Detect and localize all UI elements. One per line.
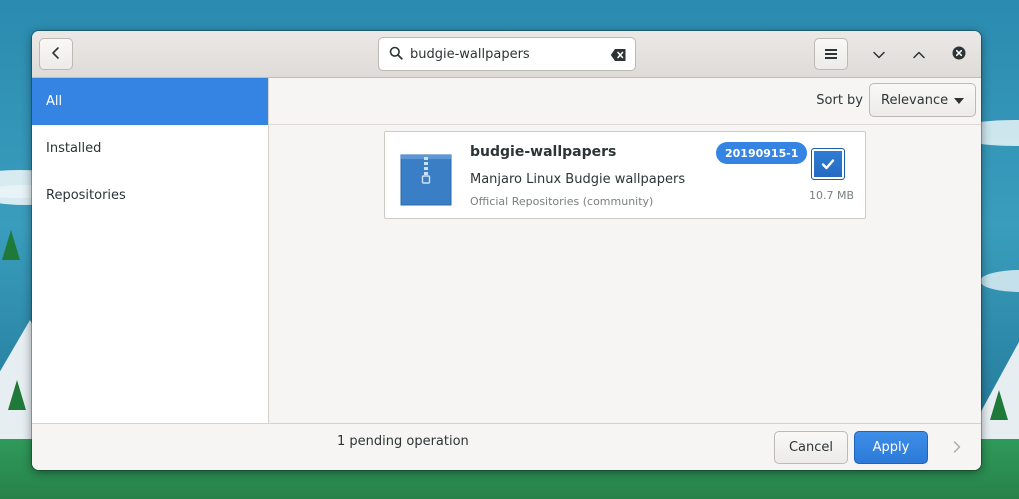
archive-package-icon [400, 154, 452, 206]
search-input[interactable] [410, 46, 600, 62]
close-button[interactable] [948, 43, 970, 65]
cancel-button[interactable]: Cancel [774, 431, 848, 464]
caret-down-icon [954, 98, 964, 104]
backspace-clear-icon[interactable] [610, 47, 627, 66]
chevron-left-icon [50, 45, 62, 64]
sidebar-item-label: Repositories [46, 188, 126, 203]
pending-operations-label: 1 pending operation [337, 434, 469, 449]
sidebar-item-installed[interactable]: Installed [32, 125, 268, 172]
chevron-right-icon [952, 439, 962, 458]
sidebar: All Installed Repositories [32, 78, 269, 423]
search-box[interactable] [378, 37, 636, 71]
package-list: budgie-wallpapers Manjaro Linux Budgie w… [269, 125, 981, 423]
details-button[interactable] [946, 437, 968, 459]
cancel-button-label: Cancel [788, 440, 834, 455]
back-button[interactable] [39, 38, 73, 70]
chevron-down-icon [872, 45, 886, 64]
sort-label: Sort by [816, 93, 863, 108]
package-description: Manjaro Linux Budgie wallpapers [470, 172, 686, 187]
menu-button[interactable] [814, 38, 848, 70]
apply-button-label: Apply [872, 440, 910, 455]
maximize-button[interactable] [908, 43, 930, 65]
checkmark-icon [821, 155, 835, 174]
apply-button[interactable]: Apply [854, 431, 928, 464]
sidebar-item-repositories[interactable]: Repositories [32, 172, 268, 219]
sort-toolbar: Sort by Relevance [269, 78, 981, 125]
search-icon [389, 45, 403, 64]
transaction-bar: 1 pending operation Cancel Apply [32, 423, 981, 470]
chevron-up-icon [912, 45, 926, 64]
version-badge: 20190915-1 [716, 142, 808, 164]
close-icon [952, 45, 966, 64]
package-repository: Official Repositories (community) [470, 195, 654, 208]
package-size: 10.7 MB [809, 189, 855, 202]
package-row[interactable]: budgie-wallpapers Manjaro Linux Budgie w… [384, 131, 866, 219]
sidebar-item-label: All [46, 94, 63, 109]
minimize-button[interactable] [868, 43, 890, 65]
sidebar-item-label: Installed [46, 141, 102, 156]
sidebar-item-all[interactable]: All [32, 78, 268, 125]
sort-dropdown[interactable]: Relevance [869, 83, 976, 117]
package-name: budgie-wallpapers [470, 144, 617, 160]
headerbar [32, 31, 981, 78]
sort-value: Relevance [881, 92, 949, 108]
package-manager-window: All Installed Repositories Sort by Relev… [32, 31, 981, 470]
install-checkbox[interactable] [811, 148, 845, 180]
hamburger-icon [824, 45, 838, 64]
